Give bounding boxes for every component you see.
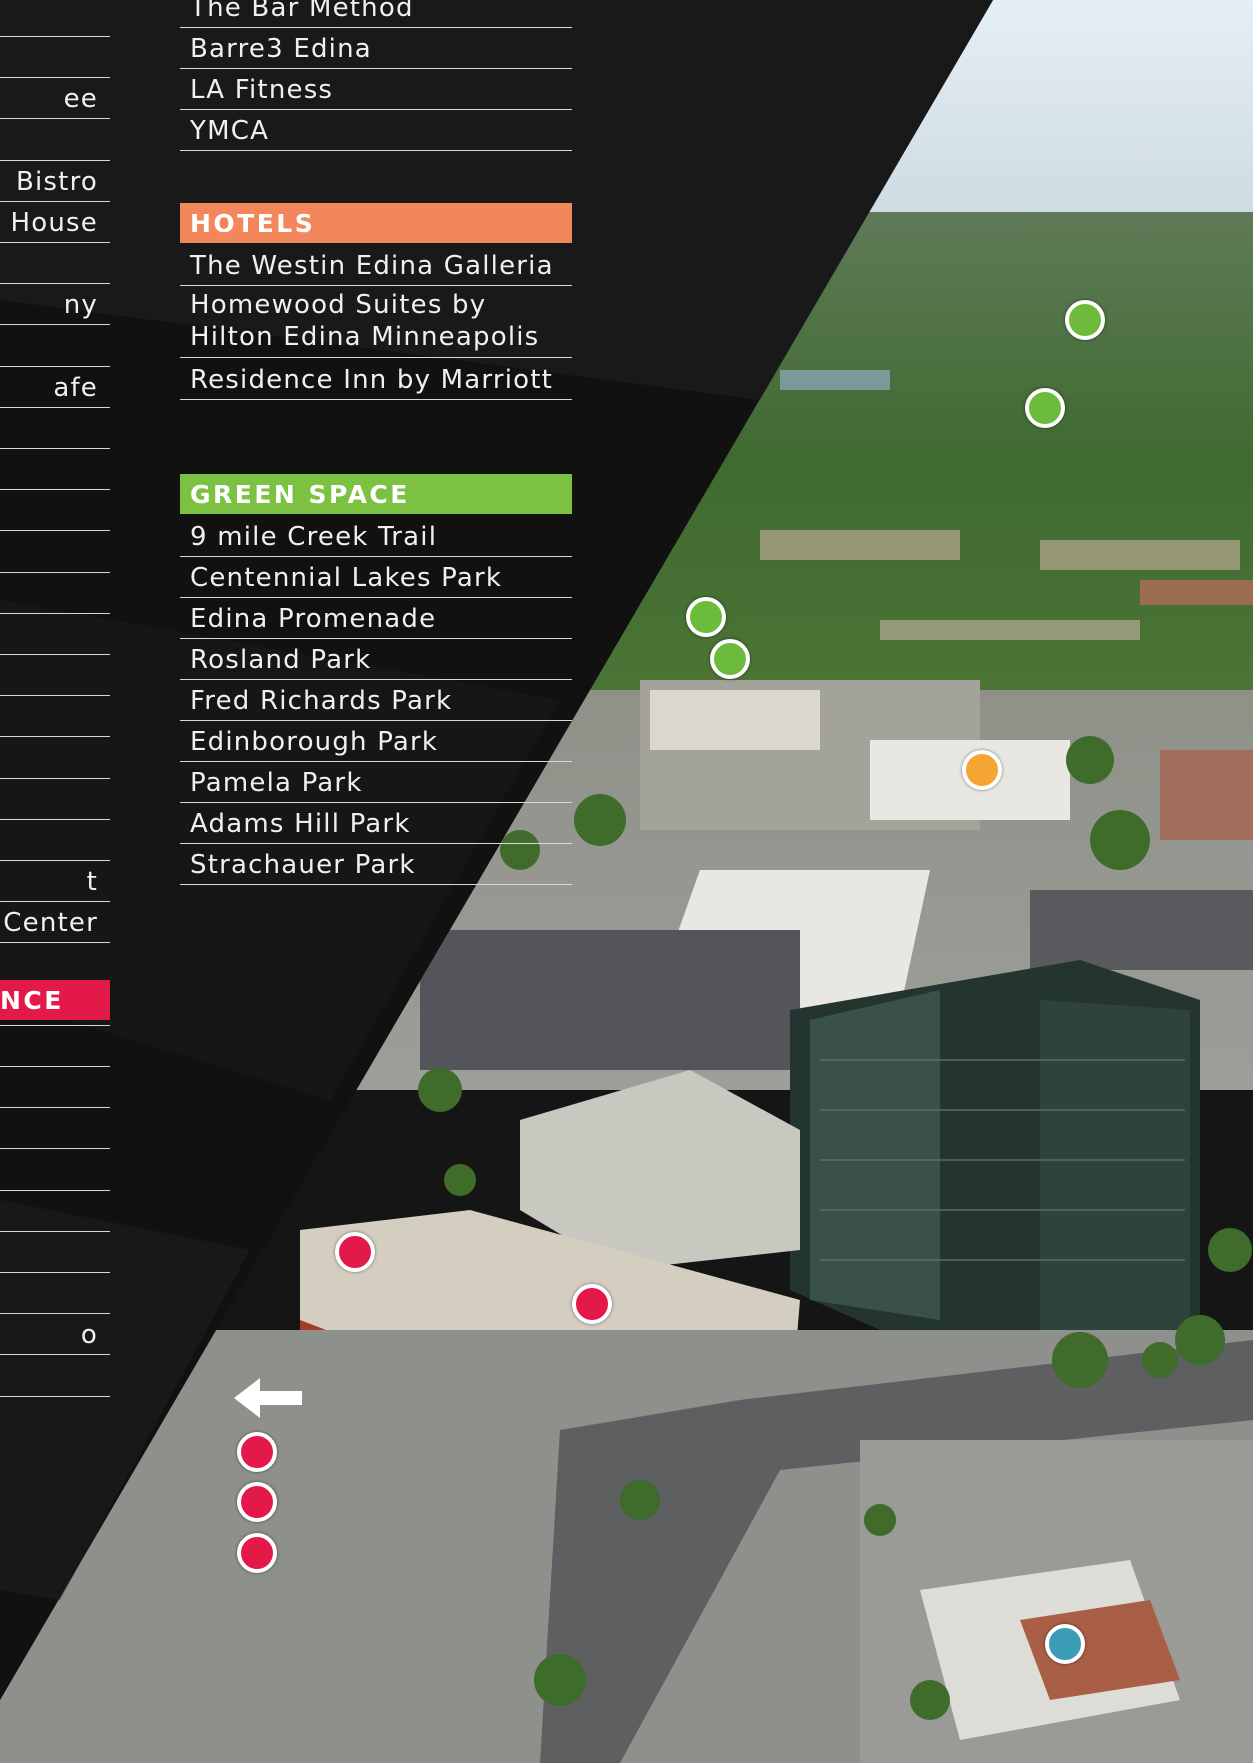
list-item — [0, 738, 110, 779]
list-item — [0, 1150, 110, 1191]
red-pin[interactable] — [335, 1232, 375, 1272]
list-item — [0, 655, 110, 696]
list-item: YMCA — [180, 110, 572, 151]
list-item: Barre3 Edina — [180, 28, 572, 69]
list-item: Rosland Park — [180, 639, 572, 680]
list-item: t — [0, 861, 110, 902]
list-item: 9 mile Creek Trail — [180, 516, 572, 557]
list-item: Bistro — [0, 161, 110, 202]
list-item — [0, 1026, 110, 1067]
list-item — [0, 243, 110, 284]
list-item — [0, 696, 110, 737]
list-item: LA Fitness — [180, 69, 572, 110]
list-item: afe — [0, 367, 110, 408]
list-item — [0, 532, 110, 573]
list-item: ee — [0, 78, 110, 119]
green-space-pin[interactable] — [686, 597, 726, 637]
list-item — [0, 408, 110, 449]
red-pin[interactable] — [237, 1482, 277, 1522]
list-item — [0, 1067, 110, 1108]
red-pin[interactable] — [572, 1284, 612, 1324]
list-item — [0, 1108, 110, 1149]
list-item: Homewood Suites by Hilton Edina Minneapo… — [180, 286, 572, 358]
teal-pin[interactable] — [1045, 1624, 1085, 1664]
list-item — [0, 614, 110, 655]
list-item — [0, 326, 110, 367]
list-item: Pamela Park — [180, 762, 572, 803]
list-item: Strachauer Park — [180, 844, 572, 885]
list-item: Center — [0, 902, 110, 943]
list-item: The Westin Edina Galleria — [180, 245, 572, 286]
list-item — [0, 120, 110, 161]
red-pin[interactable] — [237, 1432, 277, 1472]
list-item: Residence Inn by Marriott — [180, 359, 572, 400]
list-item: Adams Hill Park — [180, 803, 572, 844]
list-item: e House — [0, 202, 110, 243]
list-item: Edinborough Park — [180, 721, 572, 762]
green-space-pin[interactable] — [710, 639, 750, 679]
list-item — [0, 779, 110, 820]
green-space-pin[interactable] — [1065, 300, 1105, 340]
green-space-pin[interactable] — [1025, 388, 1065, 428]
list-item: Fred Richards Park — [180, 680, 572, 721]
list-item — [0, 1273, 110, 1314]
list-item — [0, 490, 110, 531]
list-item — [0, 1356, 110, 1397]
list-item: Edina Promenade — [180, 598, 572, 639]
hotel-pin[interactable] — [962, 750, 1002, 790]
green-space-header: GREEN SPACE — [180, 474, 572, 514]
list-item — [0, 820, 110, 861]
list-item — [0, 0, 110, 37]
list-item: The Bar Method — [180, 0, 572, 28]
list-item — [0, 1232, 110, 1273]
arrow-left-icon — [234, 1378, 302, 1418]
list-item — [0, 449, 110, 490]
list-item: Centennial Lakes Park — [180, 557, 572, 598]
list-item — [0, 573, 110, 614]
list-item: ny — [0, 284, 110, 325]
list-item — [0, 1191, 110, 1232]
list-item — [0, 985, 110, 1026]
list-item: o — [0, 1314, 110, 1355]
hotels-header: HOTELS — [180, 203, 572, 243]
list-item — [0, 37, 110, 78]
red-pin[interactable] — [237, 1533, 277, 1573]
